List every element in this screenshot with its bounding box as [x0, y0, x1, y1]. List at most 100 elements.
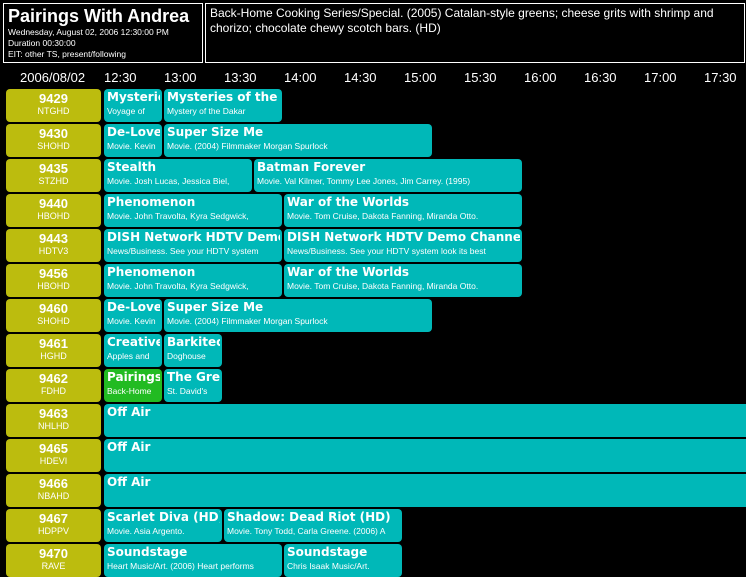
program-cell-title: Creative [107, 335, 160, 349]
channel-number: 9435 [39, 161, 68, 176]
channel-cell[interactable]: 9466 NBAHD [6, 474, 101, 507]
channel-cell[interactable]: 9435 STZHD [6, 159, 101, 192]
program-cell-description: Movie. Asia Argento. [107, 526, 185, 536]
program-cell-title: Pairings [107, 370, 160, 384]
channel-number: 9463 [39, 406, 68, 421]
program-eit: EIT: other TS, present/following [8, 49, 126, 59]
program-cell-selected[interactable]: Pairings Back-Home [104, 369, 162, 402]
channel-callsign: NTGHD [37, 106, 70, 116]
program-cell[interactable]: Mysteries of the D Mystery of the Dakar [164, 89, 282, 122]
program-cell[interactable]: DISH Network HDTV Demo News/Business. See… [104, 229, 282, 262]
program-cell-title: The Gre [167, 370, 220, 384]
program-cell[interactable]: Phenomenon Movie. John Travolta, Kyra Sed… [104, 264, 282, 297]
guide-row: 9470 RAVE Soundstage Heart Music/Art. (2006… [0, 544, 746, 577]
timebar-time: 14:30 [344, 70, 377, 85]
program-cell-description: Chris Isaak Music/Art. [287, 561, 370, 571]
program-cell-title: War of the Worlds [287, 195, 410, 209]
program-cell-title: Off Air [107, 405, 151, 419]
channel-cell[interactable]: 9430 SHOHD [6, 124, 101, 157]
channel-callsign: HBOHD [37, 281, 70, 291]
channel-callsign: FDHD [41, 386, 66, 396]
timebar-time: 13:00 [164, 70, 197, 85]
program-cell-description: Apples and [107, 351, 150, 361]
program-cell-description: Movie. (2004) Filmmaker Morgan Spurlock [167, 316, 328, 326]
channel-number: 9429 [39, 91, 68, 106]
program-cell[interactable]: Scarlet Diva (HD) Movie. Asia Argento. [104, 509, 222, 542]
program-cell[interactable]: Phenomenon Movie. John Travolta, Kyra Sed… [104, 194, 282, 227]
program-cell[interactable]: Barkitec Doghouse [164, 334, 222, 367]
program-cell-title: De-Love [107, 300, 160, 314]
channel-number: 9440 [39, 196, 68, 211]
channel-cell[interactable]: 9440 HBOHD [6, 194, 101, 227]
channel-number: 9443 [39, 231, 68, 246]
program-cell-description: News/Business. See your HDTV system look… [287, 246, 486, 256]
channel-number: 9466 [39, 476, 68, 491]
program-cell[interactable]: Off Air [104, 474, 746, 507]
program-cell-description: Voyage of [107, 106, 145, 116]
channel-callsign: HDPPV [37, 526, 69, 536]
program-cell-description: Movie. Tom Cruise, Dakota Fanning, Miran… [287, 211, 479, 221]
program-cell[interactable]: Soundstage Heart Music/Art. (2006) Heart … [104, 544, 282, 577]
program-cell-title: Phenomenon [107, 265, 196, 279]
program-cell-description: Movie. Kevin [107, 141, 156, 151]
guide-row: 9466 NBAHD Off Air [0, 474, 746, 507]
channel-cell[interactable]: 9429 NTGHD [6, 89, 101, 122]
guide-grid: 9429NTGHD Mysterie Voyage of Mysteries of t… [0, 89, 746, 577]
program-cell-description: News/Business. See your HDTV system [107, 246, 259, 256]
program-cell-title: Super Size Me [167, 125, 264, 139]
program-cell[interactable]: War of the Worlds Movie. Tom Cruise, Dako… [284, 194, 522, 227]
channel-cell[interactable]: 9456 HBOHD [6, 264, 101, 297]
program-cell[interactable]: DISH Network HDTV Demo Channel News/Busin… [284, 229, 522, 262]
program-cell[interactable]: Off Air [104, 404, 746, 437]
program-cell[interactable]: The Gre St. David's [164, 369, 222, 402]
guide-row: 9462 FDHD Pairings Back-Home The Gre St. Davi… [0, 369, 746, 402]
timebar-time: 17:00 [644, 70, 677, 85]
program-cell[interactable]: De-Love Movie. Kevin [104, 299, 162, 332]
program-cell[interactable]: War of the Worlds Movie. Tom Cruise, Dako… [284, 264, 522, 297]
program-cell-title: Mysterie [107, 90, 160, 104]
channel-cell[interactable]: 9470 RAVE [6, 544, 101, 577]
channel-callsign: RAVE [41, 561, 66, 571]
program-cell-title: Soundstage [107, 545, 188, 559]
program-description-box: Back-Home Cooking Series/Special. (2005)… [205, 3, 745, 63]
channel-cell[interactable]: 9461 HGHD [6, 334, 101, 367]
channel-cell[interactable]: 9462 FDHD [6, 369, 101, 402]
channel-number: 9456 [39, 266, 68, 281]
guide-row: 9467 HDPPV Scarlet Diva (HD) Movie. Asia Ar… [0, 509, 746, 542]
program-cell[interactable]: Off Air [104, 439, 746, 472]
guide-row: 9465 HDEVI Off Air [0, 439, 746, 472]
program-cell-description: Movie. John Travolta, Kyra Sedgwick, [107, 281, 249, 291]
program-cell[interactable]: Mysterie Voyage of [104, 89, 162, 122]
program-cell[interactable]: De-Love Movie. Kevin [104, 124, 162, 157]
channel-number: 9467 [39, 511, 68, 526]
program-cell[interactable]: Creative Apples and [104, 334, 162, 367]
program-cell-title: Stealth [107, 160, 157, 174]
program-cell[interactable]: Shadow: Dead Riot (HD) Movie. Tony Todd, … [224, 509, 402, 542]
program-cell[interactable]: Stealth Movie. Josh Lucas, Jessica Biel, [104, 159, 252, 192]
guide-row: 9440 HBOHD Phenomenon Movie. John Travolta,… [0, 194, 746, 227]
program-cell-title: Super Size Me [167, 300, 264, 314]
program-cell[interactable]: Soundstage Chris Isaak Music/Art. [284, 544, 402, 577]
program-cell[interactable]: Super Size Me Movie. (2004) Filmmaker Mor… [164, 124, 432, 157]
guide-row: 9430 SHOHD De-Love Movie. Kevin Super Size M… [0, 124, 746, 157]
channel-cell[interactable]: 9465 HDEVI [6, 439, 101, 472]
channel-number: 9430 [39, 126, 68, 141]
channel-number: 9460 [39, 301, 68, 316]
channel-cell[interactable]: 9443 HDTV3 [6, 229, 101, 262]
channel-cell[interactable]: 9460 SHOHD [6, 299, 101, 332]
channel-cell[interactable]: 9463 NHLHD [6, 404, 101, 437]
channel-callsign: STZHD [38, 176, 69, 186]
program-cell-title: War of the Worlds [287, 265, 410, 279]
program-cell-title: Soundstage [287, 545, 368, 559]
program-cell-description: Mystery of the Dakar [167, 106, 246, 116]
timebar-time: 17:30 [704, 70, 737, 85]
program-cell[interactable]: Batman Forever Movie. Val Kilmer, Tommy L… [254, 159, 522, 192]
program-cell-title: Batman Forever [257, 160, 366, 174]
program-cell[interactable]: Super Size Me Movie. (2004) Filmmaker Mor… [164, 299, 432, 332]
timebar-time: 16:00 [524, 70, 557, 85]
timebar-time: 12:30 [104, 70, 137, 85]
channel-callsign: HDEVI [39, 456, 68, 466]
channel-cell[interactable]: 9467 HDPPV [6, 509, 101, 542]
channel-callsign: HDTV3 [38, 246, 69, 256]
timebar-time: 14:00 [284, 70, 317, 85]
